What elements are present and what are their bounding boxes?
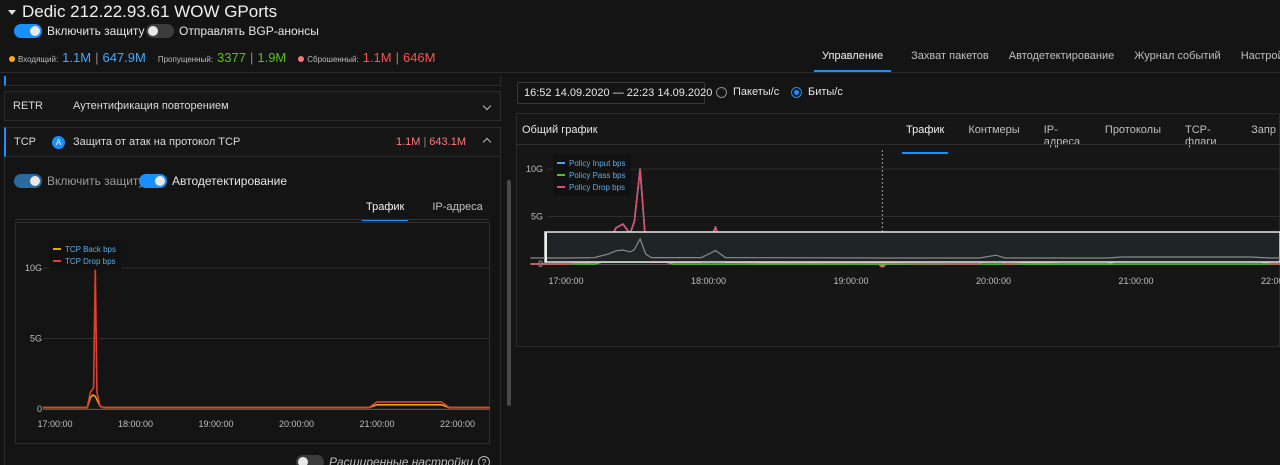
chevron-up-icon[interactable]: [482, 137, 492, 147]
radio-bits-row[interactable]: Биты/с: [791, 86, 843, 98]
general-chart-title: Общий график: [522, 124, 598, 136]
general-traffic-chart[interactable]: 05G10G17:00:00 18:00:00 19:00:00 20:00:00 21…: [517, 146, 1280, 346]
radio-bits-label: Биты/с: [808, 86, 843, 98]
retr-name: Аутентификация повторением: [73, 100, 229, 112]
tcp-autodetect-label: Автодетектирование: [172, 174, 288, 188]
chart-tabs-divider: [517, 144, 1280, 145]
tab-management[interactable]: Управление: [814, 44, 892, 72]
x-tick-label: 20:00:00: [279, 419, 314, 429]
enable-protection-toggle-row[interactable]: Включить защиту: [14, 24, 145, 38]
legend-label: Policy Drop bps: [569, 183, 625, 192]
incoming-value-b: 647.9M: [102, 50, 146, 65]
x-tick-label: 21:00:00: [359, 419, 394, 429]
separator: |: [395, 50, 399, 65]
dropped-value-b: 646M: [402, 50, 436, 65]
caret-down-icon[interactable]: [8, 9, 16, 15]
send-bgp-toggle-row[interactable]: Отправлять BGP-анонсы: [146, 24, 319, 38]
passed-value-a: 3377: [217, 50, 246, 65]
enable-protection-label: Включить защиту: [47, 24, 145, 38]
advanced-settings-row[interactable]: Расширенные настройки: [296, 455, 473, 465]
y-tick-label: 10G: [526, 164, 543, 174]
y-tick-label: 5G: [531, 212, 543, 222]
radio-packets-label: Пакеты/с: [733, 86, 780, 98]
tcp-traffic-chart[interactable]: 0 5G 10G 17:00:00 18:00:00 19:00:00 20:00:00 21…: [15, 222, 490, 444]
radio-bits[interactable]: [791, 86, 802, 98]
radio-packets-row[interactable]: Пакеты/с: [716, 86, 779, 98]
top-tabs: Управление Захват пакетов Автодетектиров…: [814, 44, 1280, 72]
incoming-dot-icon: [9, 56, 15, 62]
incoming-value-a: 1.1M: [62, 50, 92, 65]
x-tick-label: 17:00:00: [37, 419, 72, 429]
x-tick-label: 20:00:00: [976, 276, 1011, 286]
tcp-enable-protection-row[interactable]: Включить защиту: [14, 174, 145, 188]
auto-badge-icon: A: [52, 135, 65, 149]
advanced-settings-label: Расширенные настройки: [329, 455, 474, 465]
scrollbar-thumb[interactable]: [507, 180, 511, 406]
tab-traffic[interactable]: Трафик: [362, 201, 409, 221]
tcp-name: Защита от атак на протокол TCP: [73, 136, 241, 148]
dropped-dot-icon: [298, 56, 305, 62]
y-tick-label: 5G: [30, 334, 42, 344]
y-tick-label: 0: [37, 404, 42, 414]
traffic-stats: Входящий: 1.1M | 647.9M Пропущенный: 337…: [9, 50, 436, 65]
x-tick-label: 17:00:00: [548, 276, 583, 286]
passed-label: Пропущенный:: [157, 55, 214, 64]
x-tick-label: 18:00:00: [118, 419, 153, 429]
help-icon[interactable]: ?: [478, 456, 490, 465]
passed-value-b: 1.9M: [257, 50, 287, 65]
tcp-subtabs: Трафик IP-адреса: [362, 201, 487, 221]
incoming-label: Входящий:: [18, 55, 59, 64]
tab-settings[interactable]: Настройки п: [1241, 44, 1280, 72]
header-divider: [0, 72, 1280, 73]
tcp-value-b: 643.1M: [429, 136, 466, 148]
page-title: Dedic 212.22.93.61 WOW GPorts: [22, 2, 278, 21]
tcp-item[interactable]: TCP A Защита от атак на протокол TCP 1.1…: [4, 127, 501, 157]
tcp-code: TCP: [14, 136, 36, 148]
legend-label: Policy Input bps: [569, 159, 625, 168]
tab-ip-addresses[interactable]: IP-адреса: [428, 201, 486, 221]
radio-packets[interactable]: [716, 86, 727, 98]
dropped-stat: Сброшенный:: [298, 55, 359, 64]
legend-label: TCP Back bps: [65, 245, 116, 254]
advanced-settings-toggle[interactable]: [296, 455, 324, 465]
x-tick-label: 19:00:00: [833, 276, 868, 286]
separator: |: [249, 50, 254, 65]
send-bgp-label: Отправлять BGP-анонсы: [179, 24, 319, 38]
previous-item-edge: [4, 76, 501, 86]
tcp-autodetect-toggle[interactable]: [139, 174, 167, 188]
legend-label: Policy Pass bps: [569, 171, 625, 180]
tab-autodetect[interactable]: Автодетектирование: [1009, 44, 1114, 72]
x-tick-label: 19:00:00: [198, 419, 233, 429]
x-tick-label: 21:00:00: [1118, 276, 1153, 286]
x-tick-label: 18:00:00: [691, 276, 726, 286]
dropped-label: Сброшенный:: [307, 55, 359, 64]
retr-item[interactable]: RETR Аутентификация повторением: [4, 91, 501, 121]
retr-code: RETR: [13, 100, 43, 112]
tab-packet-capture[interactable]: Захват пакетов: [911, 44, 989, 72]
tcp-enable-protection-toggle[interactable]: [14, 174, 42, 188]
separator: |: [95, 50, 99, 65]
tab-event-log[interactable]: Журнал событий: [1134, 44, 1220, 72]
x-tick-label: 22:00:00: [440, 419, 475, 429]
subtabs-divider: [15, 219, 489, 220]
page-title-row[interactable]: Dedic 212.22.93.61 WOW GPorts: [8, 2, 277, 22]
tcp-enable-protection-label: Включить защиту: [47, 174, 145, 188]
tcp-autodetect-row[interactable]: Автодетектирование: [139, 174, 287, 188]
chevron-down-icon[interactable]: [482, 101, 492, 111]
send-bgp-toggle[interactable]: [146, 24, 174, 38]
incoming-stat: Входящий:: [9, 55, 58, 64]
tcp-value-a: 1.1M: [395, 136, 421, 148]
time-range-picker[interactable]: 16:52 14.09.2020 — 22:23 14.09.2020: [517, 82, 712, 104]
y-tick-label: 10G: [25, 263, 42, 273]
legend-label: TCP Drop bps: [65, 257, 116, 266]
dropped-value-a: 1.1M: [362, 50, 392, 65]
x-tick-label: 22:00:00: [1261, 276, 1280, 286]
series-line: [42, 267, 490, 409]
enable-protection-toggle[interactable]: [14, 24, 42, 38]
